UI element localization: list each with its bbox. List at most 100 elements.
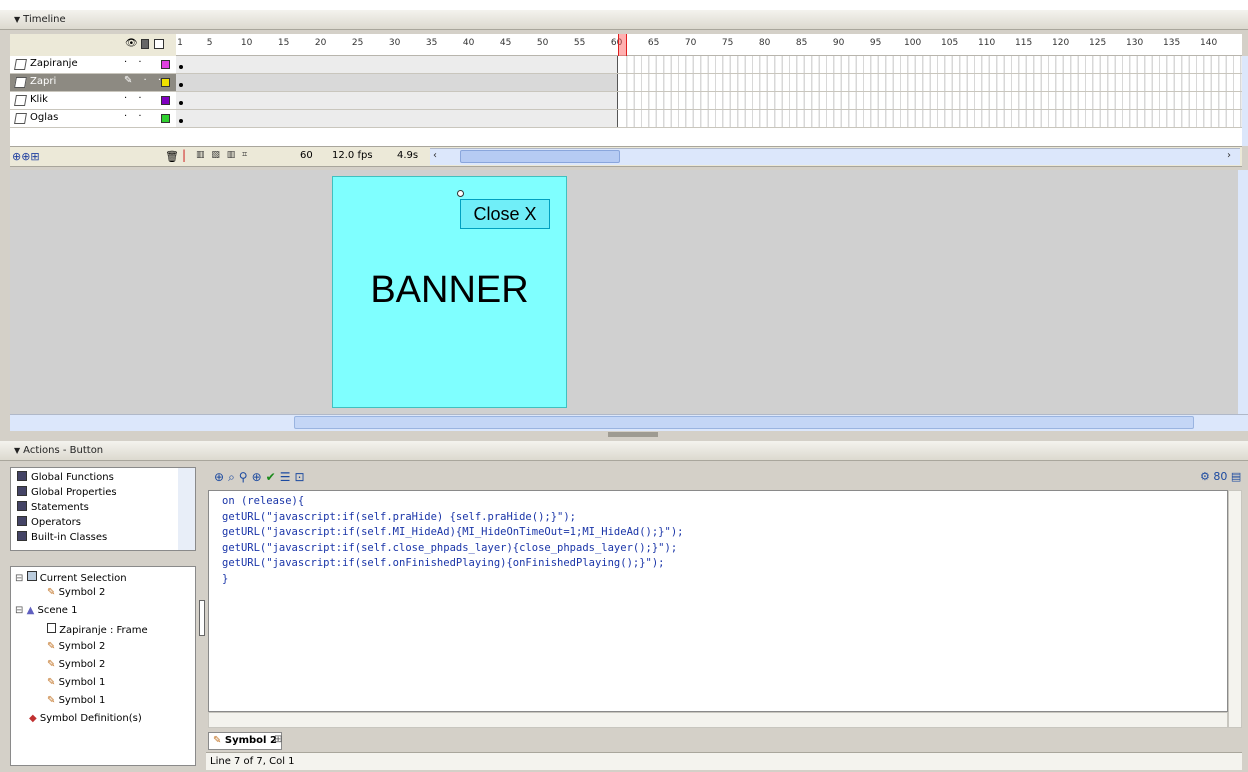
layer-row[interactable]: Zapri ✎ · · [10, 74, 176, 92]
script-navigator[interactable]: ⊟ Current Selection ✎ Symbol 2 ⊟ ▲ Scene… [10, 566, 196, 766]
keyframe-dot[interactable] [179, 83, 183, 87]
actions-toolbox[interactable]: Global Functions Global Properties Stateme… [10, 467, 196, 551]
ruler-tick-label: 125 [1089, 38, 1107, 48]
layer-color-swatch[interactable] [161, 78, 170, 87]
code-hint-icon[interactable]: ⊡ [294, 470, 308, 484]
layer-color-swatch[interactable] [161, 60, 170, 69]
code-vscroll[interactable] [1228, 490, 1242, 728]
layer-color-swatch[interactable] [161, 96, 170, 105]
ruler-tick-label: 30 [388, 38, 401, 48]
book-icon [17, 486, 27, 496]
frame-span[interactable] [176, 110, 618, 127]
frame-track[interactable] [176, 56, 1242, 74]
code-line[interactable]: } [222, 572, 1227, 588]
code-line[interactable]: getURL("javascript:if(self.close_phpads_… [222, 541, 1227, 557]
symbol-icon: ✎ [213, 735, 222, 746]
scroll-thumb[interactable] [460, 150, 620, 163]
tree-scene[interactable]: ⊟ ▲ Scene 1 [15, 605, 78, 616]
status-text: Line 7 of 7, Col 1 [210, 756, 295, 767]
actions-title: Actions - Button [23, 445, 104, 456]
lock-icon[interactable] [141, 39, 149, 49]
layer-toggles[interactable]: · · [124, 57, 146, 68]
timeline-vscroll[interactable] [1242, 56, 1248, 146]
elapsed-time: 4.9s [397, 150, 419, 161]
frame-span[interactable] [176, 56, 618, 73]
tree-definitions[interactable]: ◆ Symbol Definition(s) [29, 713, 142, 724]
stage-area[interactable]: BANNER Close X [10, 170, 1238, 414]
ruler-tick-label: 10 [240, 38, 253, 48]
pane-splitter[interactable] [199, 600, 205, 636]
tree-symbol[interactable]: ✎ Symbol 1 [47, 695, 105, 706]
toolbox-scrollbar[interactable] [178, 468, 195, 550]
check-syntax-icon[interactable]: ✔ [266, 470, 280, 484]
stage-vscroll[interactable] [1238, 170, 1248, 414]
splitter-handle[interactable] [608, 432, 658, 437]
keyframe-dot[interactable] [179, 119, 183, 123]
auto-format-icon[interactable]: ☰ [280, 470, 295, 484]
scene-icon: ▲ [26, 605, 35, 616]
scroll-right-icon[interactable]: › [1227, 150, 1231, 161]
layer-row[interactable]: Klik · · [10, 92, 176, 110]
tab-symbol-2[interactable]: ✎ Symbol 2 [208, 732, 282, 750]
find-icon[interactable]: ⌕ [228, 470, 239, 484]
keyframe-dot[interactable] [179, 101, 183, 105]
toolbox-category[interactable]: Built-in Classes [17, 531, 107, 543]
tree-symbol[interactable]: ✎ Symbol 2 [47, 641, 105, 652]
frame-track[interactable] [176, 110, 1242, 128]
replace-icon[interactable]: ⚲ [239, 470, 252, 484]
layer-header: 👁 [10, 34, 176, 56]
script-editor[interactable]: on (release){getURL("javascript:if(self.… [208, 490, 1228, 712]
onion-skin-icons[interactable]: ▥ ▧ ▥ ⌗ [196, 150, 249, 160]
code-hscroll[interactable] [208, 712, 1228, 728]
frame-span[interactable] [176, 74, 618, 91]
frame-grid-lines [620, 74, 1242, 91]
code-line[interactable]: getURL("javascript:if(self.onFinishedPla… [222, 556, 1227, 572]
toolbox-category[interactable]: Global Properties [17, 486, 117, 498]
code-line[interactable]: on (release){ [222, 494, 1227, 510]
scroll-left-icon[interactable]: ‹ [433, 150, 437, 161]
frame-track[interactable] [176, 92, 1242, 110]
toolbox-category[interactable]: Statements [17, 501, 89, 513]
actions-panel-header[interactable]: ▼ Actions - Button [0, 441, 1248, 461]
layer-toggles[interactable]: · · [124, 93, 146, 104]
layer-toggles[interactable]: ✎ · · [124, 75, 165, 86]
layer-icon [14, 95, 27, 106]
layer-color-swatch[interactable] [161, 114, 170, 123]
stage-scroll-thumb[interactable] [294, 416, 1194, 429]
frame-track[interactable] [176, 74, 1242, 92]
layer-row[interactable]: Zapiranje · · [10, 56, 176, 74]
toolbox-category[interactable]: Global Functions [17, 471, 114, 483]
frame-span[interactable] [176, 92, 618, 109]
frame-grid[interactable] [176, 56, 1242, 146]
tree-symbol[interactable]: ✎ Symbol 1 [47, 677, 105, 688]
toolbox-category[interactable]: Operators [17, 516, 81, 528]
outline-icon[interactable] [154, 39, 164, 49]
help-icons[interactable]: ⚙ 80 ▤ [1200, 470, 1241, 483]
tree-frame[interactable]: Zapiranje : Frame [47, 623, 148, 636]
target-icon[interactable]: ⊕ [252, 470, 266, 484]
banner-symbol[interactable]: BANNER Close X [332, 176, 567, 408]
timeline-hscroll[interactable]: ‹ › [430, 148, 1240, 165]
add-layer-icon[interactable]: ⊕⊕⊞ [12, 150, 40, 163]
add-action-icon[interactable]: ⊕ [214, 470, 228, 484]
frame-ruler[interactable]: 1 5 10 15 20 25 30 35 40 45 50 55 60 65 70 75 80 85 90 95 10… [176, 34, 1242, 56]
ruler-tick-label: 135 [1163, 38, 1181, 48]
registration-point-icon [457, 190, 464, 197]
frame-rate: 12.0 fps [332, 150, 373, 161]
tree-current-symbol[interactable]: ✎ Symbol 2 [47, 587, 105, 598]
tree-current-selection[interactable]: ⊟ Current Selection [15, 571, 127, 584]
stage-hscroll[interactable] [10, 414, 1248, 431]
layer-row[interactable]: Oglas · · [10, 110, 176, 128]
eye-icon[interactable]: 👁 [125, 38, 138, 49]
close-button[interactable]: Close X [460, 199, 550, 229]
center-frame-icon[interactable]: | [182, 148, 186, 162]
frame-icon [47, 623, 56, 633]
layer-toggles[interactable]: · · [124, 111, 146, 122]
timeline-panel-header[interactable]: ▼ Timeline [0, 10, 1248, 30]
code-line[interactable]: getURL("javascript:if(self.MI_HideAd){MI… [222, 525, 1227, 541]
trash-icon[interactable]: 🗑 [165, 150, 179, 163]
pin-icon[interactable]: ⊞ [274, 734, 282, 745]
tree-symbol[interactable]: ✎ Symbol 2 [47, 659, 105, 670]
code-line[interactable]: getURL("javascript:if(self.praHide) {sel… [222, 510, 1227, 526]
keyframe-dot[interactable] [179, 65, 183, 69]
